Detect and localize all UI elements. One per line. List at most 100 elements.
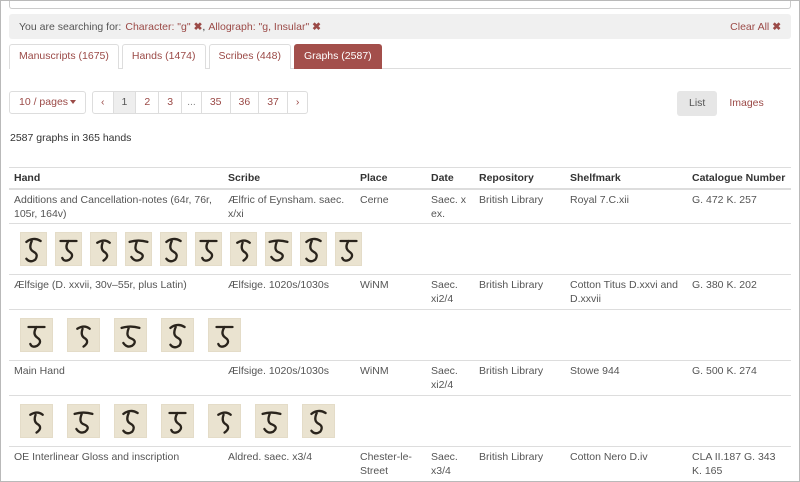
scribe-cell[interactable]: Ælfric of Eynsham. saec. x/xi bbox=[223, 190, 355, 223]
column-header[interactable]: Repository bbox=[474, 168, 565, 188]
letter-g-glyph bbox=[71, 319, 96, 351]
table-header: Hand Scribe Place Date Repository Shelfm… bbox=[9, 168, 791, 190]
graphs-table: Hand Scribe Place Date Repository Shelfm… bbox=[9, 167, 791, 481]
prev-page-button[interactable]: ‹ bbox=[92, 91, 114, 114]
shelfmark-cell[interactable]: Royal 7.C.xii bbox=[565, 190, 687, 223]
graph-thumbnails bbox=[9, 224, 791, 275]
page-link[interactable]: 1 bbox=[112, 91, 137, 114]
hand-cell[interactable]: Main Hand bbox=[9, 361, 223, 395]
table-row: Main Hand Ælfsige. 1020s/1030s WiNM Saec… bbox=[9, 361, 791, 396]
date-cell: Saec. xi2/4 bbox=[431, 279, 458, 305]
scribe-cell[interactable]: Aldred. saec. x3/4 bbox=[223, 447, 355, 481]
letter-g-glyph bbox=[24, 405, 49, 437]
search-prefix: You are searching for: bbox=[19, 20, 122, 33]
graph-thumbnail[interactable] bbox=[55, 232, 82, 266]
graph-thumbnail[interactable] bbox=[255, 404, 288, 438]
place-cell: Chester-le-Street bbox=[360, 451, 412, 477]
shelfmark-cell[interactable]: Stowe 944 bbox=[565, 361, 687, 395]
graph-thumbnail[interactable] bbox=[125, 232, 152, 266]
graph-thumbnail[interactable] bbox=[67, 404, 100, 438]
graph-thumbnail[interactable] bbox=[20, 232, 47, 266]
graph-thumbnail[interactable] bbox=[335, 232, 362, 266]
graph-thumbnail[interactable] bbox=[302, 404, 335, 438]
tab-graphs[interactable]: Graphs (2587) bbox=[293, 44, 382, 69]
catalogue-cell: G. 472 K. 257 bbox=[692, 194, 757, 206]
result-summary: 2587 graphs in 365 hands bbox=[10, 132, 132, 144]
search-input-edge[interactable] bbox=[9, 1, 791, 9]
letter-g-glyph bbox=[196, 233, 221, 265]
list-view-button[interactable]: List bbox=[677, 91, 718, 116]
letter-g-glyph bbox=[118, 319, 143, 351]
letter-g-glyph bbox=[165, 319, 190, 351]
shelfmark-cell[interactable]: Cotton Titus D.xxvi and D.xxvii bbox=[565, 275, 687, 309]
letter-g-glyph bbox=[212, 405, 237, 437]
date-cell: Saec. x3/4 bbox=[431, 451, 458, 477]
graph-thumbnail[interactable] bbox=[195, 232, 222, 266]
repository-cell: British Library bbox=[479, 365, 544, 377]
graph-thumbnail[interactable] bbox=[114, 404, 147, 438]
letter-g-glyph bbox=[126, 233, 151, 265]
graph-thumbnail[interactable] bbox=[90, 232, 117, 266]
graph-thumbnail[interactable] bbox=[265, 232, 292, 266]
tab-manuscripts[interactable]: Manuscripts (1675) bbox=[9, 44, 119, 69]
graph-thumbnail[interactable] bbox=[20, 318, 53, 352]
table-row: Ælfsige (D. xxvii, 30v–55r, plus Latin) … bbox=[9, 275, 791, 310]
page-link[interactable]: 36 bbox=[229, 91, 260, 114]
column-header[interactable]: Place bbox=[355, 168, 426, 188]
column-header[interactable]: Catalogue Number bbox=[687, 168, 791, 188]
filter-allograph: Allograph: "g, Insular" bbox=[208, 20, 310, 33]
column-header[interactable]: Date bbox=[426, 168, 474, 188]
page-ellipsis: ... bbox=[181, 91, 202, 114]
shelfmark-cell[interactable]: Cotton Nero D.iv bbox=[565, 447, 687, 481]
graph-thumbnail[interactable] bbox=[208, 318, 241, 352]
place-cell: WiNM bbox=[360, 365, 389, 377]
page-link[interactable]: 37 bbox=[258, 91, 288, 114]
page-link[interactable]: 35 bbox=[200, 91, 231, 114]
letter-g-glyph bbox=[24, 319, 49, 351]
images-view-button[interactable]: Images bbox=[717, 91, 775, 116]
repository-cell: British Library bbox=[479, 194, 544, 206]
letter-g-glyph bbox=[266, 233, 291, 265]
hand-cell[interactable]: OE Interlinear Gloss and inscription bbox=[9, 447, 223, 481]
letter-g-glyph bbox=[21, 233, 46, 265]
scribe-cell[interactable]: Ælfsige. 1020s/1030s bbox=[223, 361, 355, 395]
letter-g-glyph bbox=[118, 405, 143, 437]
catalogue-cell: CLA II.187 G. 343 K. 165 bbox=[692, 451, 776, 477]
next-page-button[interactable]: › bbox=[286, 91, 309, 114]
letter-g-glyph bbox=[165, 405, 190, 437]
remove-filter-icon[interactable]: ✖ bbox=[312, 21, 321, 33]
tab-hands[interactable]: Hands (1474) bbox=[121, 44, 206, 69]
scribe-cell[interactable]: Ælfsige. 1020s/1030s bbox=[223, 275, 355, 309]
page-size-dropdown[interactable]: 10 / pages bbox=[9, 91, 87, 114]
graph-thumbnail[interactable] bbox=[160, 232, 187, 266]
graph-thumbnail[interactable] bbox=[208, 404, 241, 438]
graph-thumbnail[interactable] bbox=[67, 318, 100, 352]
date-cell: Saec. xi2/4 bbox=[431, 365, 458, 391]
graph-thumbnail[interactable] bbox=[161, 318, 194, 352]
date-cell: Saec. x ex. bbox=[431, 194, 467, 220]
graph-thumbnail[interactable] bbox=[114, 318, 147, 352]
graph-thumbnails bbox=[9, 396, 791, 447]
graph-thumbnail[interactable] bbox=[20, 404, 53, 438]
filter-character: Character: "g" bbox=[125, 20, 191, 33]
remove-filter-icon[interactable]: ✖ bbox=[194, 21, 203, 33]
graph-thumbnails bbox=[9, 310, 791, 361]
graph-thumbnail[interactable] bbox=[230, 232, 257, 266]
clear-all-button[interactable]: Clear All ✖ bbox=[730, 21, 781, 33]
graph-thumbnail[interactable] bbox=[300, 232, 327, 266]
column-header[interactable]: Hand bbox=[9, 168, 223, 188]
hand-cell[interactable]: Ælfsige (D. xxvii, 30v–55r, plus Latin) bbox=[9, 275, 223, 309]
hand-cell[interactable]: Additions and Cancellation-notes (64r, 7… bbox=[9, 190, 223, 223]
tab-scribes[interactable]: Scribes (448) bbox=[208, 44, 291, 69]
letter-g-glyph bbox=[259, 405, 284, 437]
caret-down-icon bbox=[70, 100, 77, 105]
repository-cell: British Library bbox=[479, 279, 544, 291]
column-header[interactable]: Scribe bbox=[223, 168, 355, 188]
letter-g-glyph bbox=[91, 233, 116, 265]
graph-thumbnail[interactable] bbox=[161, 404, 194, 438]
page-link[interactable]: 2 bbox=[135, 91, 160, 114]
table-row: OE Interlinear Gloss and inscription Ald… bbox=[9, 447, 791, 481]
letter-g-glyph bbox=[306, 405, 331, 437]
page-link[interactable]: 3 bbox=[158, 91, 183, 114]
column-header[interactable]: Shelfmark bbox=[565, 168, 687, 188]
